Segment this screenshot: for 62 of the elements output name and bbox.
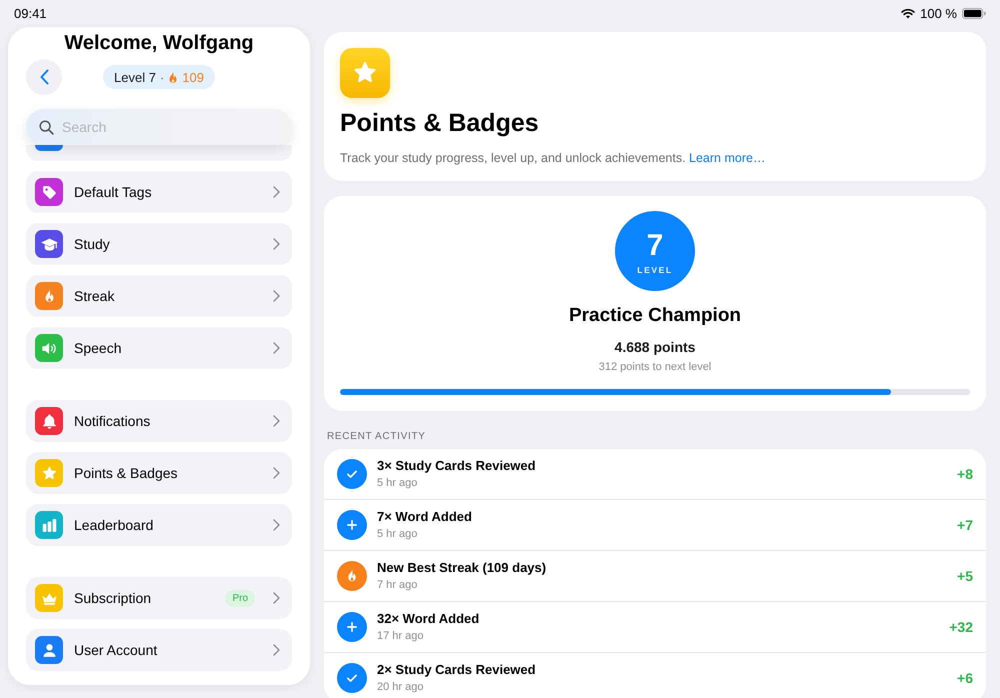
- activity-time: 7 hr ago: [377, 578, 418, 592]
- level-title: Practice Champion: [568, 304, 742, 328]
- plus-icon: [337, 612, 367, 642]
- points-earned: +8: [957, 466, 973, 482]
- activity-title: 3× Study Cards Reviewed: [377, 458, 536, 474]
- chevron-right-icon: [273, 238, 280, 250]
- checkmark-icon: [337, 663, 367, 693]
- status-time: 09:41: [14, 6, 47, 21]
- chevron-right-icon: [273, 186, 280, 198]
- points-earned: +32: [949, 619, 973, 635]
- section-header: RECENT ACTIVITY: [327, 430, 426, 444]
- page-title: Points & Badges: [340, 108, 539, 138]
- level-caption: LEVEL: [637, 264, 673, 276]
- chevron-right-icon: [273, 342, 280, 354]
- points-earned: +6: [957, 670, 973, 686]
- level-number: 7: [646, 230, 664, 262]
- search-field[interactable]: Search: [26, 109, 292, 145]
- battery-icon: [962, 8, 986, 19]
- level-label: Level 7: [114, 70, 156, 84]
- activity-time: 17 hr ago: [377, 629, 424, 643]
- points-earned: +7: [957, 517, 973, 533]
- welcome-title: Welcome, Wolfgang: [63, 31, 255, 55]
- settings-row[interactable]: Study: [26, 223, 292, 265]
- chevron-right-icon: [273, 644, 280, 656]
- chevron-right-icon: [273, 290, 280, 302]
- settings-row[interactable]: Leaderboard: [26, 504, 292, 546]
- activity-time: 20 hr ago: [377, 680, 424, 694]
- chevron-left-icon: [40, 69, 48, 85]
- flame-icon: [168, 70, 178, 84]
- plus-icon: [337, 510, 367, 540]
- points-total: 4.688 points: [614, 338, 696, 356]
- activity-time: 5 hr ago: [377, 476, 418, 490]
- learn-more-link[interactable]: Learn more…: [689, 151, 766, 165]
- activity-time: 5 hr ago: [377, 527, 418, 541]
- pro-badge: Pro: [225, 590, 255, 606]
- activity-title: 2× Study Cards Reviewed: [377, 662, 536, 678]
- chevron-right-icon: [273, 519, 280, 531]
- chevron-right-icon: [273, 592, 280, 604]
- settings-row[interactable]: Streak: [26, 275, 292, 317]
- flame-icon: [337, 561, 367, 591]
- checkmark-icon: [337, 459, 367, 489]
- chevron-right-icon: [273, 467, 280, 479]
- separator-dot: ·: [160, 70, 164, 84]
- settings-row[interactable]: Subscription Pro: [26, 577, 292, 619]
- points-earned: +5: [957, 568, 973, 584]
- settings-row[interactable]: Points & Badges: [26, 452, 292, 494]
- description-text: Track your study progress, level up, and unlock achievements. Learn more…: [340, 150, 766, 166]
- activity-title: New Best Streak (109 days): [377, 560, 546, 576]
- points-to-next: 312 points to next level: [598, 360, 712, 374]
- list-row[interactable]: [26, 145, 292, 161]
- battery-percent: 100 %: [920, 6, 957, 21]
- activity-title: 7× Word Added: [377, 509, 472, 525]
- settings-row[interactable]: User Account: [26, 629, 292, 671]
- search-icon: [39, 120, 54, 135]
- settings-row[interactable]: Speech: [26, 327, 292, 369]
- settings-row[interactable]: Default Tags: [26, 171, 292, 213]
- streak-count: 109: [182, 70, 204, 84]
- activity-title: 32× Word Added: [377, 611, 480, 627]
- settings-row[interactable]: Notifications: [26, 400, 292, 442]
- back-button[interactable]: [26, 59, 62, 95]
- wifi-icon: [901, 8, 916, 19]
- chevron-right-icon: [273, 415, 280, 427]
